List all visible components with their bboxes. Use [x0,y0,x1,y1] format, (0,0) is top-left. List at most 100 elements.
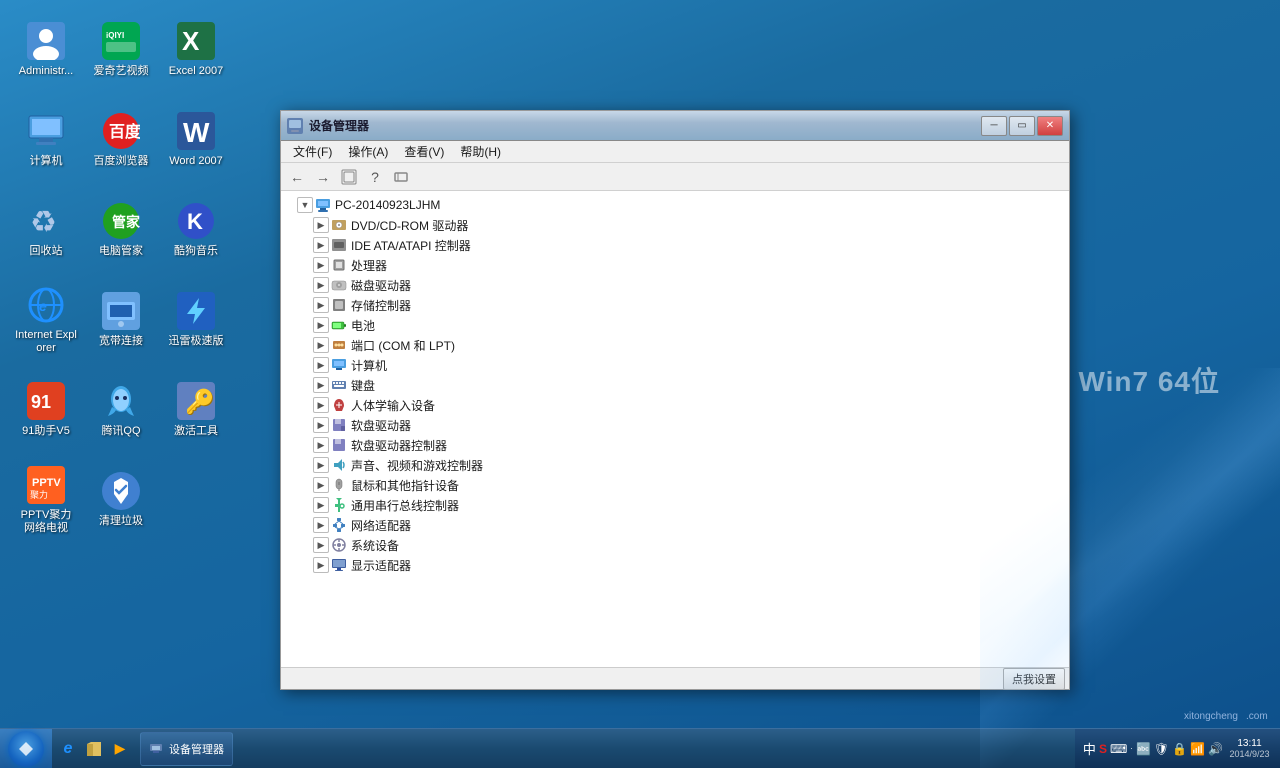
tree-expand-sound[interactable]: ▶ [313,457,329,473]
desktop-icon-xunlei-label: 迅雷极速版 [169,335,224,348]
close-button[interactable]: ✕ [1037,116,1063,136]
tree-expand-floppy[interactable]: ▶ [313,417,329,433]
taskbar-media-icon[interactable]: ▶ [108,738,132,760]
tree-expand-mouse[interactable]: ▶ [313,477,329,493]
tree-expand-hid[interactable]: ▶ [313,397,329,413]
tree-item-system[interactable]: ▶ 系统设备 [281,535,1069,555]
desktop-icon-pptv[interactable]: PPTV 聚力 PPTV聚力 网络电视 [10,460,82,540]
system-tray: 中 S ⌨ · 🔤 🛡 🔒 📶 🔊 13:11 2014/9/23 [1075,729,1280,768]
svg-text:iQIYI: iQIYI [106,31,124,40]
tree-item-network[interactable]: ▶ 网络适配器 [281,515,1069,535]
desktop-icon-qq[interactable]: 腾讯QQ [85,370,157,450]
restore-button[interactable]: ▭ [1009,116,1035,136]
tree-item-mouse-label: 鼠标和其他指针设备 [351,477,459,494]
tray-sound-icon[interactable]: 🔊 [1208,742,1223,756]
tree-item-computer[interactable]: ▶ 计算机 [281,355,1069,375]
tree-expand-computer[interactable]: ▶ [313,357,329,373]
tree-item-floppy-ctrl[interactable]: ▶ 软盘驱动器控制器 [281,435,1069,455]
tree-expand-cpu[interactable]: ▶ [313,257,329,273]
tree-expand-keyboard[interactable]: ▶ [313,377,329,393]
tree-root[interactable]: ▼ PC-20140923LJHM [281,195,1069,215]
tree-expand-dvd[interactable]: ▶ [313,217,329,233]
tree-item-usb[interactable]: ▶ 通用串行总线控制器 [281,495,1069,515]
desktop-icon-activator[interactable]: 🔑 激活工具 [160,370,232,450]
menu-file[interactable]: 文件(F) [285,141,340,162]
tree-item-battery[interactable]: ▶ 电池 [281,315,1069,335]
tray-shield1-icon[interactable]: 🛡 [1154,742,1169,756]
desktop-icon-broadband[interactable]: 宽带连接 [85,280,157,360]
tree-item-storage[interactable]: ▶ 存储控制器 [281,295,1069,315]
desktop-icon-iqiyi1[interactable]: iQIYI 爱奇艺视频 [85,10,157,90]
menu-action[interactable]: 操作(A) [340,141,396,162]
tree-expand-port[interactable]: ▶ [313,337,329,353]
toolbar-forward[interactable]: → [311,166,335,188]
toolbar-properties[interactable] [389,166,413,188]
tree-expand-battery[interactable]: ▶ [313,317,329,333]
desktop-icon-recycle-label: 回收站 [30,245,63,258]
tree-item-sound[interactable]: ▶ 声音、视频和游戏控制器 [281,455,1069,475]
tree-item-disk[interactable]: ▶ 磁盘驱动器 [281,275,1069,295]
tree-item-cpu[interactable]: ▶ 处理器 [281,255,1069,275]
tree-icon-hid [331,397,347,413]
tree-expand-system[interactable]: ▶ [313,537,329,553]
tree-expand-storage[interactable]: ▶ [313,297,329,313]
tree-item-dvd[interactable]: ▶ DVD/CD-ROM 驱动器 [281,215,1069,235]
status-setup-btn[interactable]: 点我设置 [1003,668,1065,690]
menu-help[interactable]: 帮助(H) [452,141,509,162]
window-title-icon [287,118,303,134]
desktop-icon-kugou[interactable]: K 酷狗音乐 [160,190,232,270]
menu-view[interactable]: 查看(V) [396,141,452,162]
desktop-icon-91[interactable]: 91 91助手V5 [10,370,82,450]
toolbar-back[interactable]: ← [285,166,309,188]
desktop-icon-baidu[interactable]: 百度 百度浏览器 [85,100,157,180]
minimize-button[interactable]: ─ [981,116,1007,136]
tray-network-icon[interactable]: 📶 [1190,742,1205,756]
tree-item-port[interactable]: ▶ 端口 (COM 和 LPT) [281,335,1069,355]
tree-expand-disk[interactable]: ▶ [313,277,329,293]
tree-expand-ide[interactable]: ▶ [313,237,329,253]
tree-item-display[interactable]: ▶ 显示适配器 [281,555,1069,575]
toolbar-up[interactable] [337,166,361,188]
tray-sougou-logo[interactable]: S [1099,742,1107,756]
start-button[interactable] [0,729,52,768]
desktop-icon-recycle[interactable]: ♻ 回收站 [10,190,82,270]
desktop-icon-word[interactable]: W Word 2007 [160,100,232,180]
taskbar-devmgr-item[interactable]: 设备管理器 [140,732,233,766]
desktop-icon-pcmgr[interactable]: 管家 电脑管家 [85,190,157,270]
tree-icon-port [331,337,347,353]
tree-expand-display[interactable]: ▶ [313,557,329,573]
desktop-icon-admin[interactable]: Administr... [10,10,82,90]
tree-expand-usb[interactable]: ▶ [313,497,329,513]
tree-expand-floppy-ctrl[interactable]: ▶ [313,437,329,453]
tree-icon-network [331,517,347,533]
desktop-icon-computer[interactable]: 计算机 [10,100,82,180]
desktop-icon-xunlei[interactable]: 迅雷极速版 [160,280,232,360]
toolbar-help[interactable]: ? [363,166,387,188]
tray-keyboard-icon[interactable]: ⌨ [1110,742,1127,756]
desktop-icon-cleaner[interactable]: 清理垃圾 [85,460,157,540]
tray-shield2-icon[interactable]: 🔒 [1172,742,1187,756]
toolbar: ← → ? [281,163,1069,191]
tree-item-floppy[interactable]: ▶ 软盘驱动器 [281,415,1069,435]
tree-expand-network[interactable]: ▶ [313,517,329,533]
desktop-icon-cleaner-label: 清理垃圾 [99,515,143,528]
tree-item-ide[interactable]: ▶ IDE ATA/ATAPI 控制器 [281,235,1069,255]
desktop-icon-excel[interactable]: X Excel 2007 [160,10,232,90]
tray-dot-icon: · [1130,744,1133,753]
tray-input-icon[interactable]: 🔤 [1136,742,1151,756]
tree-item-mouse[interactable]: ▶ 鼠标和其他指针设备 [281,475,1069,495]
tree-expand-root[interactable]: ▼ [297,197,313,213]
tray-time[interactable]: 13:11 2014/9/23 [1227,738,1272,759]
taskbar-ie-icon[interactable]: e [56,738,80,760]
desktop-icon-ie[interactable]: e Internet Explorer [10,280,82,360]
taskbar-explorer-icon[interactable] [82,738,106,760]
status-bar: 点我设置 [281,667,1069,689]
desktop-icon-excel-label: Excel 2007 [169,65,223,78]
tray-sogou-icon[interactable]: 中 [1083,739,1096,758]
tree-item-keyboard[interactable]: ▶ 键盘 [281,375,1069,395]
tree-icon-disk [331,277,347,293]
desktop-icon-activator-label: 激活工具 [174,425,218,438]
tree-item-hid[interactable]: ▶ 人体学输入设备 [281,395,1069,415]
device-tree: ▼ PC-20140923LJHM ▶ [281,191,1069,667]
tree-item-battery-label: 电池 [351,317,375,334]
